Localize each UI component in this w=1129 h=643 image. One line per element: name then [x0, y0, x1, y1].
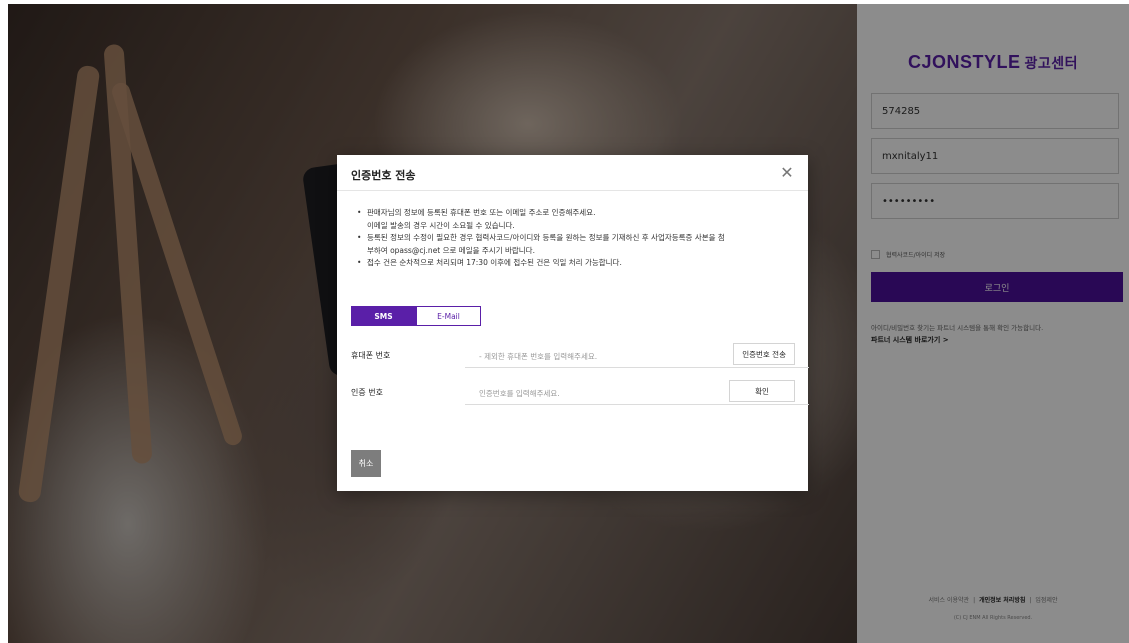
tab-email[interactable]: E-Mail — [416, 306, 481, 326]
notice-item: 판매자님의 정보에 등록된 휴대폰 번호 또는 이메일 주소로 인증해주세요. — [357, 207, 797, 220]
dim-overlay — [857, 4, 1129, 643]
auth-method-tabs: SMS E-Mail — [351, 306, 481, 326]
phone-label: 휴대폰 번호 — [351, 351, 391, 360]
notice-list: 판매자님의 정보에 등록된 휴대폰 번호 또는 이메일 주소로 인증해주세요. … — [357, 207, 797, 270]
confirm-button[interactable]: 확인 — [729, 380, 795, 402]
modal-header: 인증번호 전송 ✕ — [337, 155, 808, 191]
code-row: 인증 번호 인증번호를 입력해주세요. 확인 — [351, 379, 809, 405]
phone-row: 휴대폰 번호 - 제외한 휴대폰 번호를 입력해주세요. 인증번호 전송 — [351, 342, 809, 368]
notice-item: 등록된 정보의 수정이 필요한 경우 협력사코드/아이디와 등록을 원하는 정보… — [357, 232, 797, 245]
modal-title: 인증번호 전송 — [351, 169, 416, 182]
tab-sms[interactable]: SMS — [351, 306, 416, 326]
notice-item: 접수 건은 순차적으로 처리되며 17:30 이후에 접수된 건은 익일 처리 … — [357, 257, 797, 270]
notice-item: 부하여 opass@cj.net 으로 메일을 주시기 바랍니다. — [367, 245, 535, 255]
cancel-button[interactable]: 취소 — [351, 450, 381, 477]
login-panel: CJONSTYLE 광고센터 574285 mxnitaly11 ••••••••… — [857, 4, 1129, 643]
notice-item: 이메일 발송의 경우 시간이 소요될 수 있습니다. — [367, 220, 515, 230]
verification-modal: 인증번호 전송 ✕ 판매자님의 정보에 등록된 휴대폰 번호 또는 이메일 주소… — [337, 155, 809, 491]
close-icon[interactable]: ✕ — [778, 164, 796, 182]
send-code-button[interactable]: 인증번호 전송 — [733, 343, 795, 365]
code-label: 인증 번호 — [351, 388, 383, 397]
